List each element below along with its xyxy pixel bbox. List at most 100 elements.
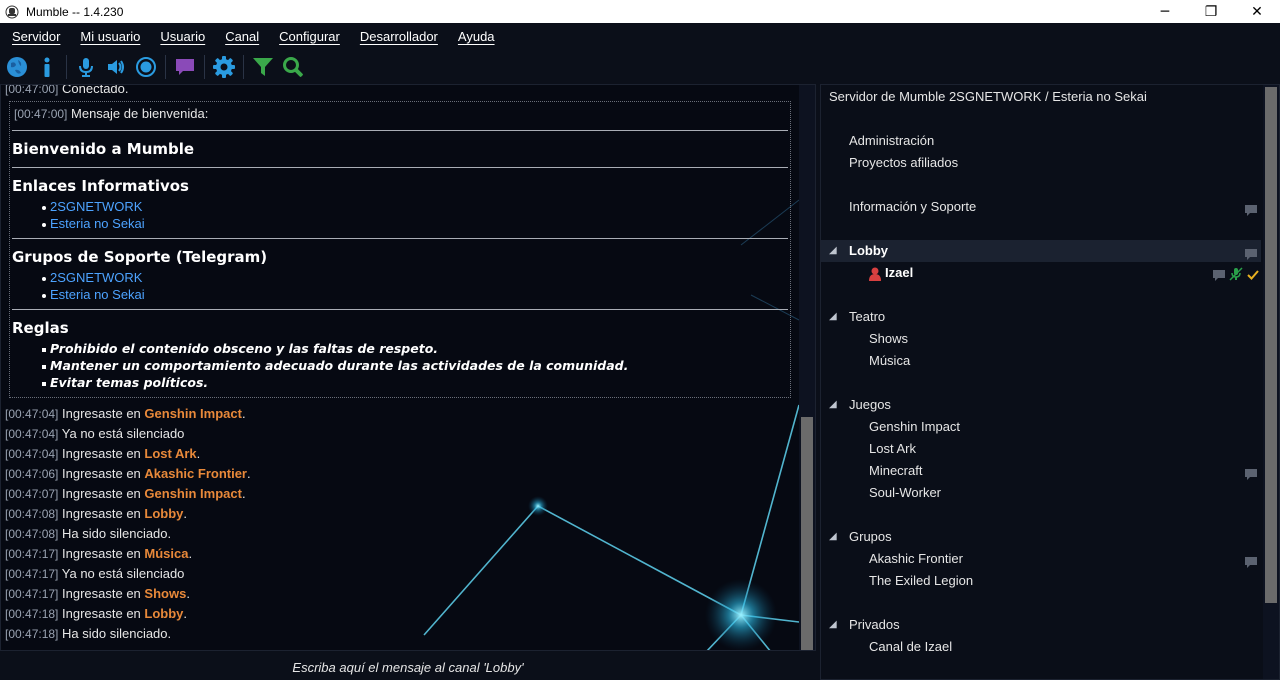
tree-channel[interactable]: ◢ Privados [821, 614, 1261, 636]
chat-input[interactable]: Escriba aquí el mensaje al canal 'Lobby' [0, 656, 816, 680]
list-item: 2SGNETWORK [42, 269, 788, 286]
menu-mi-usuario[interactable]: Mi usuario [72, 29, 148, 44]
log-line: [00:47:17] Ingresaste en Música. [5, 544, 797, 564]
server-root[interactable]: Servidor de Mumble 2SGNETWORK / Esteria … [829, 86, 1269, 108]
speaker-icon[interactable] [103, 54, 129, 80]
menu-ayuda[interactable]: Ayuda [450, 29, 503, 44]
log-timestamp: [00:47:04] [5, 407, 59, 421]
log-timestamp: [00:47:17] [5, 567, 59, 581]
log-line: [00:47:17] Ya no está silenciado [5, 564, 797, 584]
tree-channel[interactable]: Minecraft [821, 460, 1261, 482]
channel-link[interactable]: Akashic Frontier [144, 466, 247, 481]
chat-scrollbar[interactable] [799, 85, 815, 650]
tree-channel[interactable]: ◢ Teatro [821, 306, 1261, 328]
tree-channel[interactable]: ◢ Grupos [821, 526, 1261, 548]
menu-canal[interactable]: Canal [217, 29, 267, 44]
log-timestamp: [00:47:00] [14, 107, 68, 121]
log-text: Ya no está silenciado [61, 566, 185, 581]
comment-icon[interactable] [172, 54, 198, 80]
channel-link[interactable]: Lobby [144, 506, 183, 521]
channel-link[interactable]: Genshin Impact [144, 486, 242, 501]
tree-scrollbar[interactable] [1263, 85, 1279, 679]
menu-servidor[interactable]: Servidor [4, 29, 68, 44]
links-list: 2SGNETWORK Esteria no Sekai [12, 198, 788, 232]
links-heading: Enlaces Informativos [12, 177, 189, 195]
log-line: [00:47:07] Ingresaste en Genshin Impact. [5, 484, 797, 504]
record-icon[interactable] [133, 54, 159, 80]
menu-desarrollador[interactable]: Desarrollador [352, 29, 446, 44]
expand-arrow-icon[interactable]: ◢ [829, 614, 837, 636]
tree-channel[interactable]: Administración [821, 130, 1261, 152]
tree-item-label: Akashic Frontier [869, 551, 963, 566]
tree-user-izael[interactable]: Izael [821, 262, 1261, 284]
chat-log-panel[interactable]: [00:47:00] Conectado. [00:47:00] Mensaje… [0, 84, 816, 651]
tree-item-label: Música [869, 353, 911, 368]
expand-arrow-icon[interactable]: ◢ [829, 240, 837, 262]
close-button[interactable]: ✕ [1234, 0, 1280, 23]
log-timestamp: [00:47:18] [5, 627, 59, 641]
log-text: Ingresaste en [62, 506, 145, 521]
tree-item-label: Grupos [849, 529, 892, 544]
expand-arrow-icon[interactable]: ◢ [829, 394, 837, 416]
tree-channel[interactable]: Soul-Worker [821, 482, 1261, 504]
log-text: Ingresaste en [62, 546, 145, 561]
channel-link[interactable]: Genshin Impact [144, 406, 242, 421]
scrollbar-thumb[interactable] [1265, 87, 1277, 603]
channel-link[interactable]: Música [144, 546, 188, 561]
tree-item-label: Shows [869, 331, 909, 346]
tree-channel[interactable]: Información y Soporte [821, 196, 1261, 218]
tree-item-label: Información y Soporte [849, 199, 977, 214]
channel-link[interactable]: Shows [144, 586, 186, 601]
channel-tree[interactable]: Servidor de Mumble 2SGNETWORK / Esteria … [820, 84, 1280, 680]
menu-configurar[interactable]: Configurar [271, 29, 348, 44]
log-punctuation: . [186, 586, 190, 601]
welcome-message: [00:47:00] Mensaje de bienvenida: Bienve… [9, 101, 791, 398]
link-2sgnetwork[interactable]: 2SGNETWORK [50, 199, 142, 214]
tree-item-label: Administración [849, 133, 935, 148]
expand-arrow-icon[interactable]: ◢ [829, 526, 837, 548]
channel-link[interactable]: Lobby [144, 606, 183, 621]
search-icon[interactable] [280, 54, 306, 80]
list-item: Esteria no Sekai [42, 286, 788, 303]
tree-channel[interactable]: ◢ Lobby [821, 240, 1261, 262]
comment-icon[interactable] [1245, 201, 1257, 223]
tree-channel[interactable]: Akashic Frontier [821, 548, 1261, 570]
minimize-button[interactable]: ─ [1142, 0, 1188, 23]
gear-icon[interactable] [211, 54, 237, 80]
maximize-button[interactable]: ❐ [1188, 0, 1234, 23]
globe-icon[interactable] [4, 54, 30, 80]
tree-channel[interactable]: The Exiled Legion [821, 570, 1261, 592]
toolbar-separator [204, 55, 205, 79]
link-esteria-no-sekai[interactable]: Esteria no Sekai [50, 216, 145, 231]
tree-channel[interactable]: Shows [821, 328, 1261, 350]
link-telegram-esteria[interactable]: Esteria no Sekai [50, 287, 145, 302]
channel-link[interactable]: Lost Ark [144, 446, 196, 461]
log-line: [00:47:04] Ingresaste en Genshin Impact. [5, 404, 797, 424]
scrollbar-thumb[interactable] [801, 417, 813, 650]
microphone-icon[interactable] [73, 54, 99, 80]
tree-item-label: Juegos [849, 397, 891, 412]
log-timestamp: [00:47:07] [5, 487, 59, 501]
divider [12, 167, 788, 168]
log-text: Ingresaste en [62, 606, 145, 621]
tree-channel[interactable]: Lost Ark [821, 438, 1261, 460]
info-icon[interactable] [34, 54, 60, 80]
log-punctuation: . [183, 506, 188, 521]
log-text: Ingresaste en [62, 586, 145, 601]
log-text: Ya no está silenciado [61, 426, 185, 441]
tree-channel[interactable]: Genshin Impact [821, 416, 1261, 438]
tree-channel[interactable]: Música [821, 350, 1261, 372]
log-line: [00:47:08] Ingresaste en Lobby. [5, 504, 797, 524]
menu-usuario[interactable]: Usuario [152, 29, 213, 44]
list-item: Prohibido el contenido obsceno y las fal… [42, 340, 788, 357]
tree-item-label: Proyectos afiliados [849, 155, 959, 170]
tree-item-label: Minecraft [869, 463, 923, 478]
link-telegram-2sgnetwork[interactable]: 2SGNETWORK [50, 270, 142, 285]
tree-channel[interactable]: ◢ Juegos [821, 394, 1261, 416]
filter-icon[interactable] [250, 54, 276, 80]
comment-icon[interactable] [1213, 266, 1225, 288]
expand-arrow-icon[interactable]: ◢ [829, 306, 837, 328]
tree-channel[interactable]: Proyectos afiliados [821, 152, 1261, 174]
tree-channel[interactable]: Canal de Izael [821, 636, 1261, 658]
tree-item-label: Teatro [849, 309, 886, 324]
